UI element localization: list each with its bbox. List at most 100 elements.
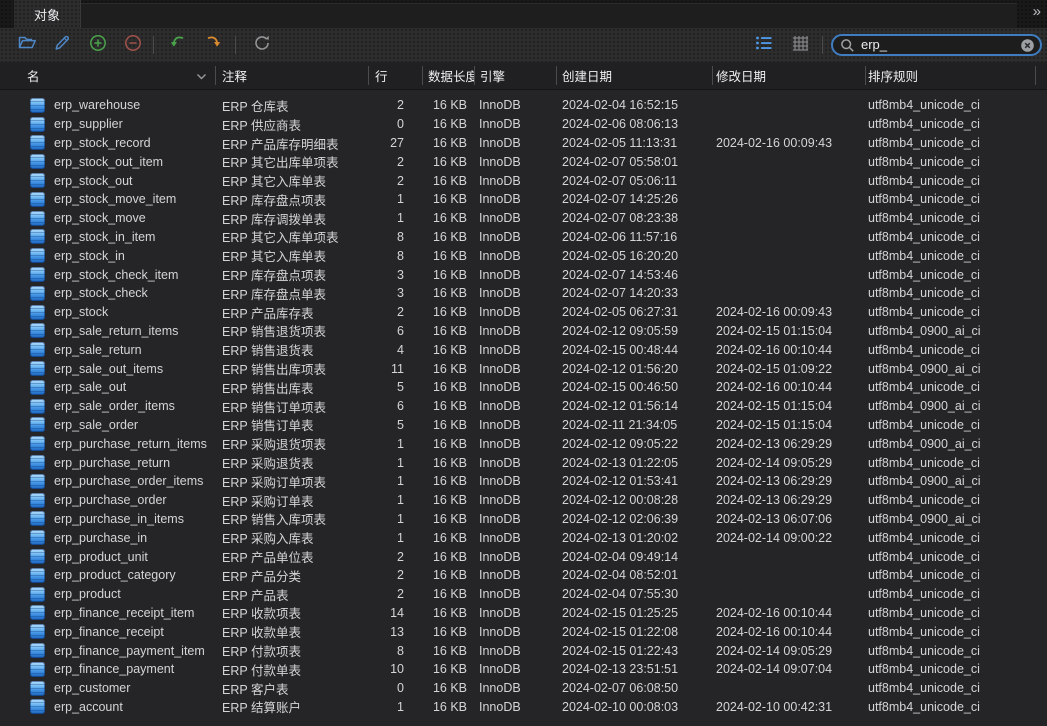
- search-box[interactable]: erp_: [831, 34, 1042, 56]
- cell-engine: InnoDB: [474, 343, 556, 357]
- cell-created: 2024-02-13 23:51:51: [556, 662, 712, 676]
- cell-rows: 2: [368, 155, 422, 169]
- table-row[interactable]: erp_stock_outERP 其它入库单表216 KBInnoDB2024-…: [0, 171, 1047, 190]
- cell-name: erp_sale_order_items: [0, 399, 215, 414]
- table-name-text: erp_purchase_in: [54, 531, 147, 545]
- cell-created: 2024-02-15 01:22:08: [556, 625, 712, 639]
- tab-objects[interactable]: 对象: [14, 0, 81, 28]
- cell-modified: 2024-02-13 06:29:29: [712, 437, 865, 451]
- table-row[interactable]: erp_sale_outERP 销售出库表516 KBInnoDB2024-02…: [0, 378, 1047, 397]
- table-row[interactable]: erp_supplierERP 供应商表016 KBInnoDB2024-02-…: [0, 115, 1047, 134]
- table-row[interactable]: erp_stock_move_itemERP 库存盘点项表116 KBInnoD…: [0, 190, 1047, 209]
- cell-comment: ERP 库存盘点项表: [215, 190, 368, 209]
- cell-created: 2024-02-07 05:06:11: [556, 174, 712, 188]
- table-row[interactable]: erp_productERP 产品表216 KBInnoDB2024-02-04…: [0, 585, 1047, 604]
- column-header-rows[interactable]: 行: [368, 62, 422, 89]
- cell-comment: ERP 采购订单表: [215, 491, 368, 510]
- new-table-button[interactable]: [87, 35, 109, 55]
- table-row[interactable]: erp_stock_moveERP 库存调拨单表116 KBInnoDB2024…: [0, 209, 1047, 228]
- design-table-button[interactable]: [51, 35, 73, 55]
- table-row[interactable]: erp_product_unitERP 产品单位表216 KBInnoDB202…: [0, 547, 1047, 566]
- column-header-engine[interactable]: 引擎: [474, 62, 556, 89]
- column-header-collation[interactable]: 排序规则: [865, 62, 1035, 89]
- cell-created: 2024-02-15 00:48:44: [556, 343, 712, 357]
- table-name-text: erp_sale_out_items: [54, 362, 163, 376]
- table-name-text: erp_stock_check_item: [54, 268, 178, 282]
- table-icon: [30, 135, 45, 150]
- cell-collation: utf8mb4_unicode_ci: [865, 174, 1035, 188]
- table-row[interactable]: erp_purchase_order_itemsERP 采购订单项表116 KB…: [0, 472, 1047, 491]
- table-row[interactable]: erp_customerERP 客户表016 KBInnoDB2024-02-0…: [0, 679, 1047, 698]
- table-row[interactable]: erp_stock_recordERP 产品库存明细表2716 KBInnoDB…: [0, 134, 1047, 153]
- table-row[interactable]: erp_sale_out_itemsERP 销售出库项表1116 KBInnoD…: [0, 359, 1047, 378]
- cell-modified: 2024-02-16 00:10:44: [712, 343, 865, 357]
- cell-collation: utf8mb4_unicode_ci: [865, 249, 1035, 263]
- table-row[interactable]: erp_stock_checkERP 库存盘点单表316 KBInnoDB202…: [0, 284, 1047, 303]
- table-icon: [30, 98, 45, 113]
- table-row[interactable]: erp_purchase_in_itemsERP 销售入库项表116 KBInn…: [0, 510, 1047, 529]
- table-row[interactable]: erp_purchase_return_itemsERP 采购退货项表116 K…: [0, 434, 1047, 453]
- open-table-button[interactable]: [16, 35, 38, 55]
- table-row[interactable]: erp_finance_payment_itemERP 付款项表816 KBIn…: [0, 641, 1047, 660]
- cell-rows: 4: [368, 343, 422, 357]
- table-row[interactable]: erp_sale_order_itemsERP 销售订单项表616 KBInno…: [0, 397, 1047, 416]
- grid-view-button[interactable]: [789, 35, 811, 55]
- table-name-text: erp_finance_payment_item: [54, 644, 205, 658]
- cell-rows: 6: [368, 399, 422, 413]
- cell-data_length: 16 KB: [422, 343, 474, 357]
- toolbar-separator: [822, 36, 823, 54]
- table-row[interactable]: erp_stock_in_itemERP 其它入库单项表816 KBInnoDB…: [0, 228, 1047, 247]
- search-input[interactable]: erp_: [861, 36, 1020, 54]
- table-name-text: erp_sale_order: [54, 418, 138, 432]
- clear-icon[interactable]: [1020, 38, 1035, 53]
- tab-bar: 对象 »: [0, 0, 1047, 28]
- table-row[interactable]: erp_finance_receiptERP 收款单表1316 KBInnoDB…: [0, 622, 1047, 641]
- table-row[interactable]: erp_purchase_orderERP 采购订单表116 KBInnoDB2…: [0, 491, 1047, 510]
- cell-comment: ERP 产品库存明细表: [215, 134, 368, 153]
- cell-rows: 1: [368, 192, 422, 206]
- table-name-text: erp_warehouse: [54, 98, 140, 112]
- column-header-modified[interactable]: 修改日期: [712, 62, 865, 89]
- table-row[interactable]: erp_product_categoryERP 产品分类216 KBInnoDB…: [0, 566, 1047, 585]
- table-row[interactable]: erp_stock_out_itemERP 其它出库单项表216 KBInnoD…: [0, 152, 1047, 171]
- cell-collation: utf8mb4_unicode_ci: [865, 493, 1035, 507]
- import-wizard-button[interactable]: [166, 35, 188, 55]
- cell-created: 2024-02-12 09:05:22: [556, 437, 712, 451]
- column-header-name[interactable]: 名: [0, 62, 215, 89]
- table-row[interactable]: erp_warehouseERP 仓库表216 KBInnoDB2024-02-…: [0, 96, 1047, 115]
- table-row[interactable]: erp_purchase_inERP 采购入库表116 KBInnoDB2024…: [0, 528, 1047, 547]
- cell-engine: InnoDB: [474, 98, 556, 112]
- cell-engine: InnoDB: [474, 136, 556, 150]
- cell-created: 2024-02-15 01:22:43: [556, 644, 712, 658]
- list-view-button[interactable]: [753, 35, 775, 55]
- refresh-button[interactable]: [251, 35, 273, 55]
- import-arrow-icon: [168, 34, 187, 56]
- delete-table-button[interactable]: [122, 35, 144, 55]
- table-row[interactable]: erp_purchase_returnERP 采购退货表116 KBInnoDB…: [0, 453, 1047, 472]
- cell-engine: InnoDB: [474, 230, 556, 244]
- cell-collation: utf8mb4_0900_ai_ci: [865, 362, 1035, 376]
- table-row[interactable]: erp_sale_orderERP 销售订单表516 KBInnoDB2024-…: [0, 416, 1047, 435]
- table-name-text: erp_finance_receipt: [54, 625, 164, 639]
- table-row[interactable]: erp_finance_receipt_itemERP 收款项表1416 KBI…: [0, 604, 1047, 623]
- table-row[interactable]: erp_sale_returnERP 销售退货表416 KBInnoDB2024…: [0, 340, 1047, 359]
- table-icon: [30, 248, 45, 263]
- column-header-created[interactable]: 创建日期: [556, 62, 712, 89]
- table-row[interactable]: erp_stock_check_itemERP 库存盘点项表316 KBInno…: [0, 265, 1047, 284]
- table-row[interactable]: erp_finance_paymentERP 付款单表1016 KBInnoDB…: [0, 660, 1047, 679]
- sort-chevron-down-icon[interactable]: [196, 69, 207, 83]
- table-icon: [30, 681, 45, 696]
- cell-name: erp_sale_out_items: [0, 361, 215, 376]
- column-header-comment[interactable]: 注释: [215, 62, 368, 89]
- table-row[interactable]: erp_stock_inERP 其它入库单表816 KBInnoDB2024-0…: [0, 246, 1047, 265]
- table-row[interactable]: erp_stockERP 产品库存表216 KBInnoDB2024-02-05…: [0, 303, 1047, 322]
- cell-comment: ERP 采购入库表: [215, 528, 368, 547]
- table-row[interactable]: erp_accountERP 结算账户116 KBInnoDB2024-02-1…: [0, 698, 1047, 717]
- cell-engine: InnoDB: [474, 625, 556, 639]
- cell-modified: 2024-02-16 00:10:44: [712, 380, 865, 394]
- table-row[interactable]: erp_sale_return_itemsERP 销售退货项表616 KBInn…: [0, 322, 1047, 341]
- tab-overflow-chevron-icon[interactable]: »: [1033, 3, 1040, 20]
- column-header-data_length[interactable]: 数据长度: [422, 62, 474, 89]
- export-wizard-button[interactable]: [202, 35, 224, 55]
- cell-name: erp_stock_check_item: [0, 267, 215, 282]
